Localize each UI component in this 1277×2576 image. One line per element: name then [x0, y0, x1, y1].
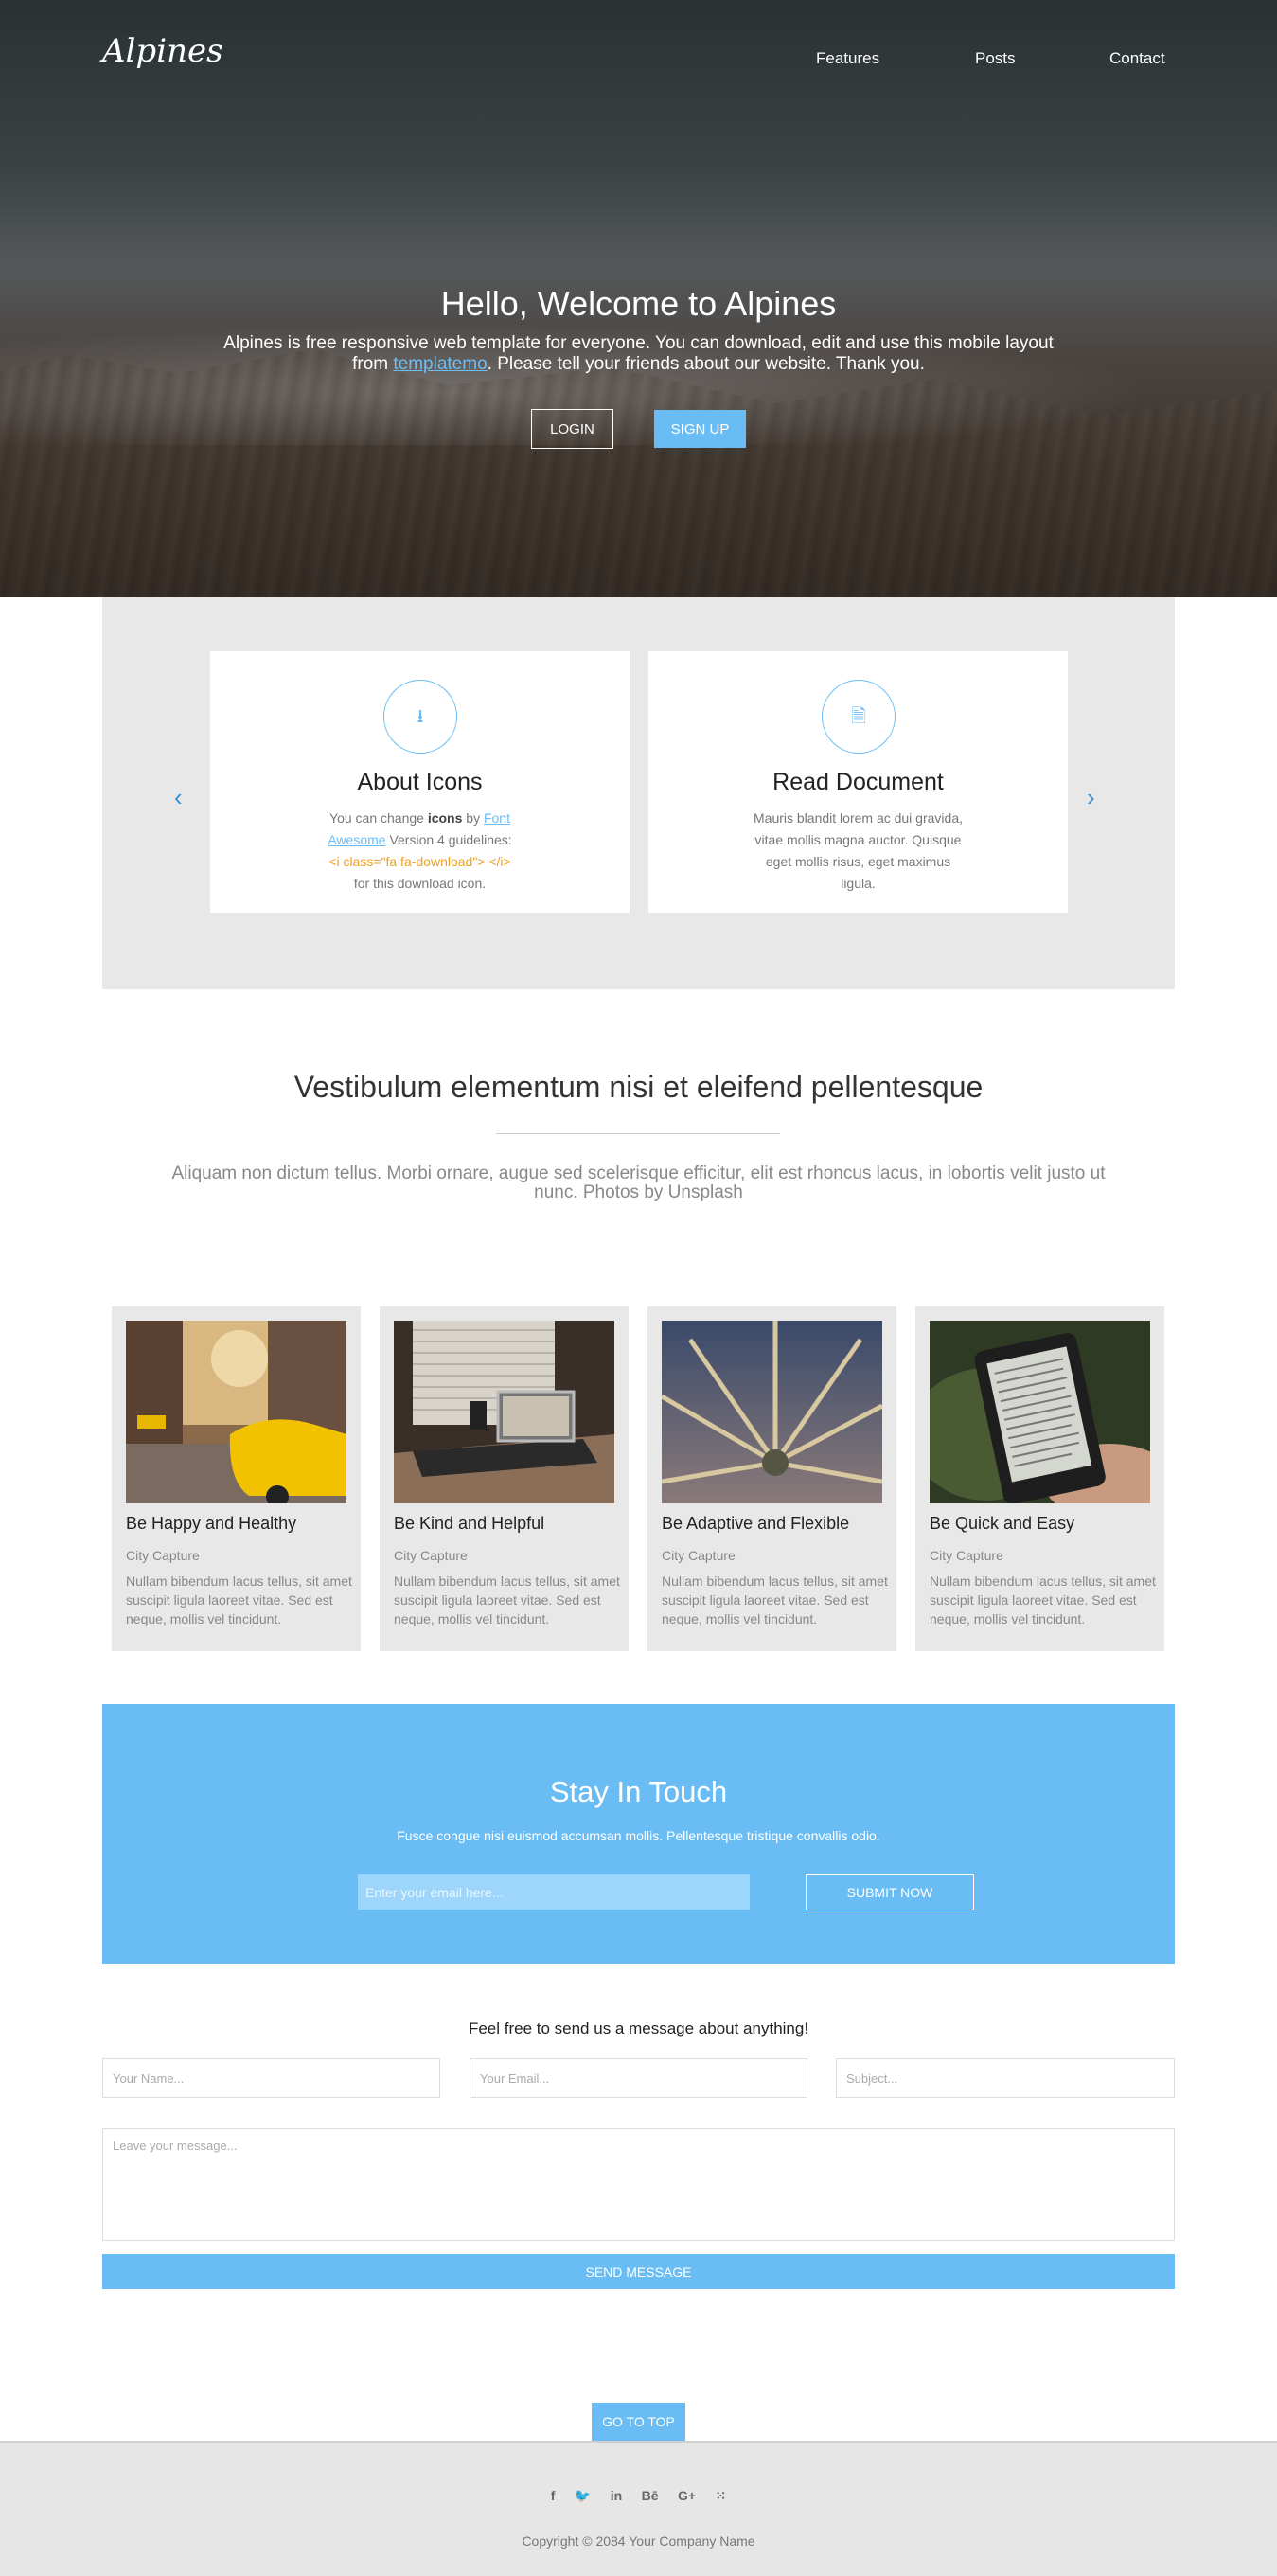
submit-now-button[interactable]: SUBMIT NOW — [806, 1874, 974, 1910]
gallery-card-caption: City Capture — [126, 1548, 200, 1563]
email-field[interactable] — [470, 2058, 807, 2098]
go-to-top-button[interactable]: GO TO TOP — [592, 2403, 685, 2441]
gallery-card-caption: City Capture — [662, 1548, 736, 1563]
card-text-part: by — [462, 810, 484, 826]
taxi-street-image — [126, 1321, 346, 1503]
nav-item-posts[interactable]: Posts — [975, 49, 1016, 68]
card-text-part: for this download icon. — [353, 876, 487, 891]
carousel-card-read-document: 🗎 Read Document Mauris blandit lorem ac … — [648, 651, 1068, 913]
copyright: Copyright © 2084 Your Company Name — [522, 2533, 755, 2549]
message-field[interactable] — [102, 2128, 1175, 2241]
gallery-card-text: Nullam bibendum lacus tellus, sit amet s… — [394, 1573, 620, 1626]
login-button[interactable]: LOGIN — [531, 409, 613, 449]
gallery-card-title: Be Quick and Easy — [930, 1514, 1075, 1533]
card-text-part: You can change — [329, 810, 428, 826]
gallery-card[interactable]: Be Happy and Healthy City Capture Nullam… — [112, 1306, 361, 1651]
ferris-wheel-image — [662, 1321, 882, 1503]
hero-subtitle: Alpines is free responsive web template … — [189, 333, 1088, 375]
gallery-card-text: Nullam bibendum lacus tellus, sit amet s… — [930, 1573, 1156, 1626]
hero-subtitle-rest: . Please tell your friends about our web… — [487, 354, 925, 374]
hero-subtitle-from: from — [352, 354, 394, 374]
google-plus-icon[interactable]: G+ — [678, 2488, 696, 2503]
gallery-card-caption: City Capture — [930, 1548, 1003, 1563]
hero-subtitle-line1: Alpines is free responsive web template … — [223, 333, 1054, 353]
ereader-image — [930, 1321, 1150, 1503]
gallery-card-caption: City Capture — [394, 1548, 468, 1563]
card-text-part: Version 4 guidelines: — [385, 832, 512, 847]
nav-item-contact[interactable]: Contact — [1109, 49, 1165, 68]
gallery-card-title: Be Happy and Healthy — [126, 1514, 297, 1533]
carousel-prev-chevron-left-icon[interactable]: ‹ — [174, 783, 183, 812]
facebook-icon[interactable]: f — [551, 2488, 556, 2503]
gallery-card-title: Be Adaptive and Flexible — [662, 1514, 850, 1533]
feature-carousel: ‹ ⭳ About Icons You can change icons by … — [102, 597, 1175, 989]
hero-section: Alpines Features Posts Contact Hello, We… — [0, 0, 1277, 597]
hero-title: Hello, Welcome to Alpines — [440, 284, 837, 323]
newsletter-description: Fusce congue nisi euismod accumsan molli… — [397, 1828, 880, 1843]
card-title: About Icons — [357, 769, 483, 795]
divider — [496, 1133, 780, 1134]
card-text: You can change icons by Font Awesome Ver… — [314, 808, 525, 895]
templatemo-link[interactable]: templatemo — [393, 354, 487, 374]
gallery-card-text: Nullam bibendum lacus tellus, sit amet s… — [126, 1573, 352, 1626]
laptop-desk-image — [394, 1321, 614, 1503]
card-code-snippet: <i class="fa fa-download"> </i> — [328, 854, 511, 869]
signup-button[interactable]: SIGN UP — [654, 410, 746, 448]
card-text: Mauris blandit lorem ac dui gravida, vit… — [754, 810, 963, 891]
newsletter-section: Stay In Touch Fusce congue nisi euismod … — [102, 1704, 1175, 1964]
contact-title: Feel free to send us a message about any… — [468, 2019, 809, 2037]
footer: f 🐦 in Bē G+ ⁙ Copyright © 2084 Your Com… — [0, 2441, 1277, 2576]
newsletter-email-input[interactable] — [358, 1874, 750, 1910]
name-field[interactable] — [102, 2058, 440, 2098]
carousel-next-chevron-right-icon[interactable]: › — [1087, 783, 1095, 812]
card-title: Read Document — [772, 769, 944, 795]
linkedin-icon[interactable]: in — [611, 2488, 622, 2503]
gallery-card[interactable]: Be Quick and Easy City Capture Nullam bi… — [915, 1306, 1164, 1651]
site-logo[interactable]: Alpines — [102, 32, 223, 70]
intro-text: Aliquam non dictum tellus. Morbi ornare,… — [171, 1164, 1106, 1202]
intro-title: Vestibulum elementum nisi et eleifend pe… — [293, 1070, 984, 1104]
gallery-card[interactable]: Be Adaptive and Flexible City Capture Nu… — [647, 1306, 896, 1651]
send-message-button[interactable]: SEND MESSAGE — [102, 2254, 1175, 2289]
twitter-icon[interactable]: 🐦 — [575, 2488, 591, 2504]
gallery-card[interactable]: Be Kind and Helpful City Capture Nullam … — [380, 1306, 629, 1651]
carousel-card-about-icons: ⭳ About Icons You can change icons by Fo… — [210, 651, 630, 913]
behance-icon[interactable]: Bē — [642, 2488, 659, 2503]
gallery-card-text: Nullam bibendum lacus tellus, sit amet s… — [662, 1573, 888, 1626]
subject-field[interactable] — [836, 2058, 1175, 2098]
document-icon: 🗎 — [822, 680, 896, 754]
rss-icon[interactable]: ⁙ — [716, 2488, 727, 2504]
gallery-card-title: Be Kind and Helpful — [394, 1514, 545, 1533]
social-links: f 🐦 in Bē G+ ⁙ — [0, 2488, 1277, 2505]
nav-item-features[interactable]: Features — [816, 49, 879, 68]
download-icon: ⭳ — [383, 680, 457, 754]
newsletter-title: Stay In Touch — [549, 1775, 728, 1808]
card-text-bold: icons — [427, 810, 463, 826]
